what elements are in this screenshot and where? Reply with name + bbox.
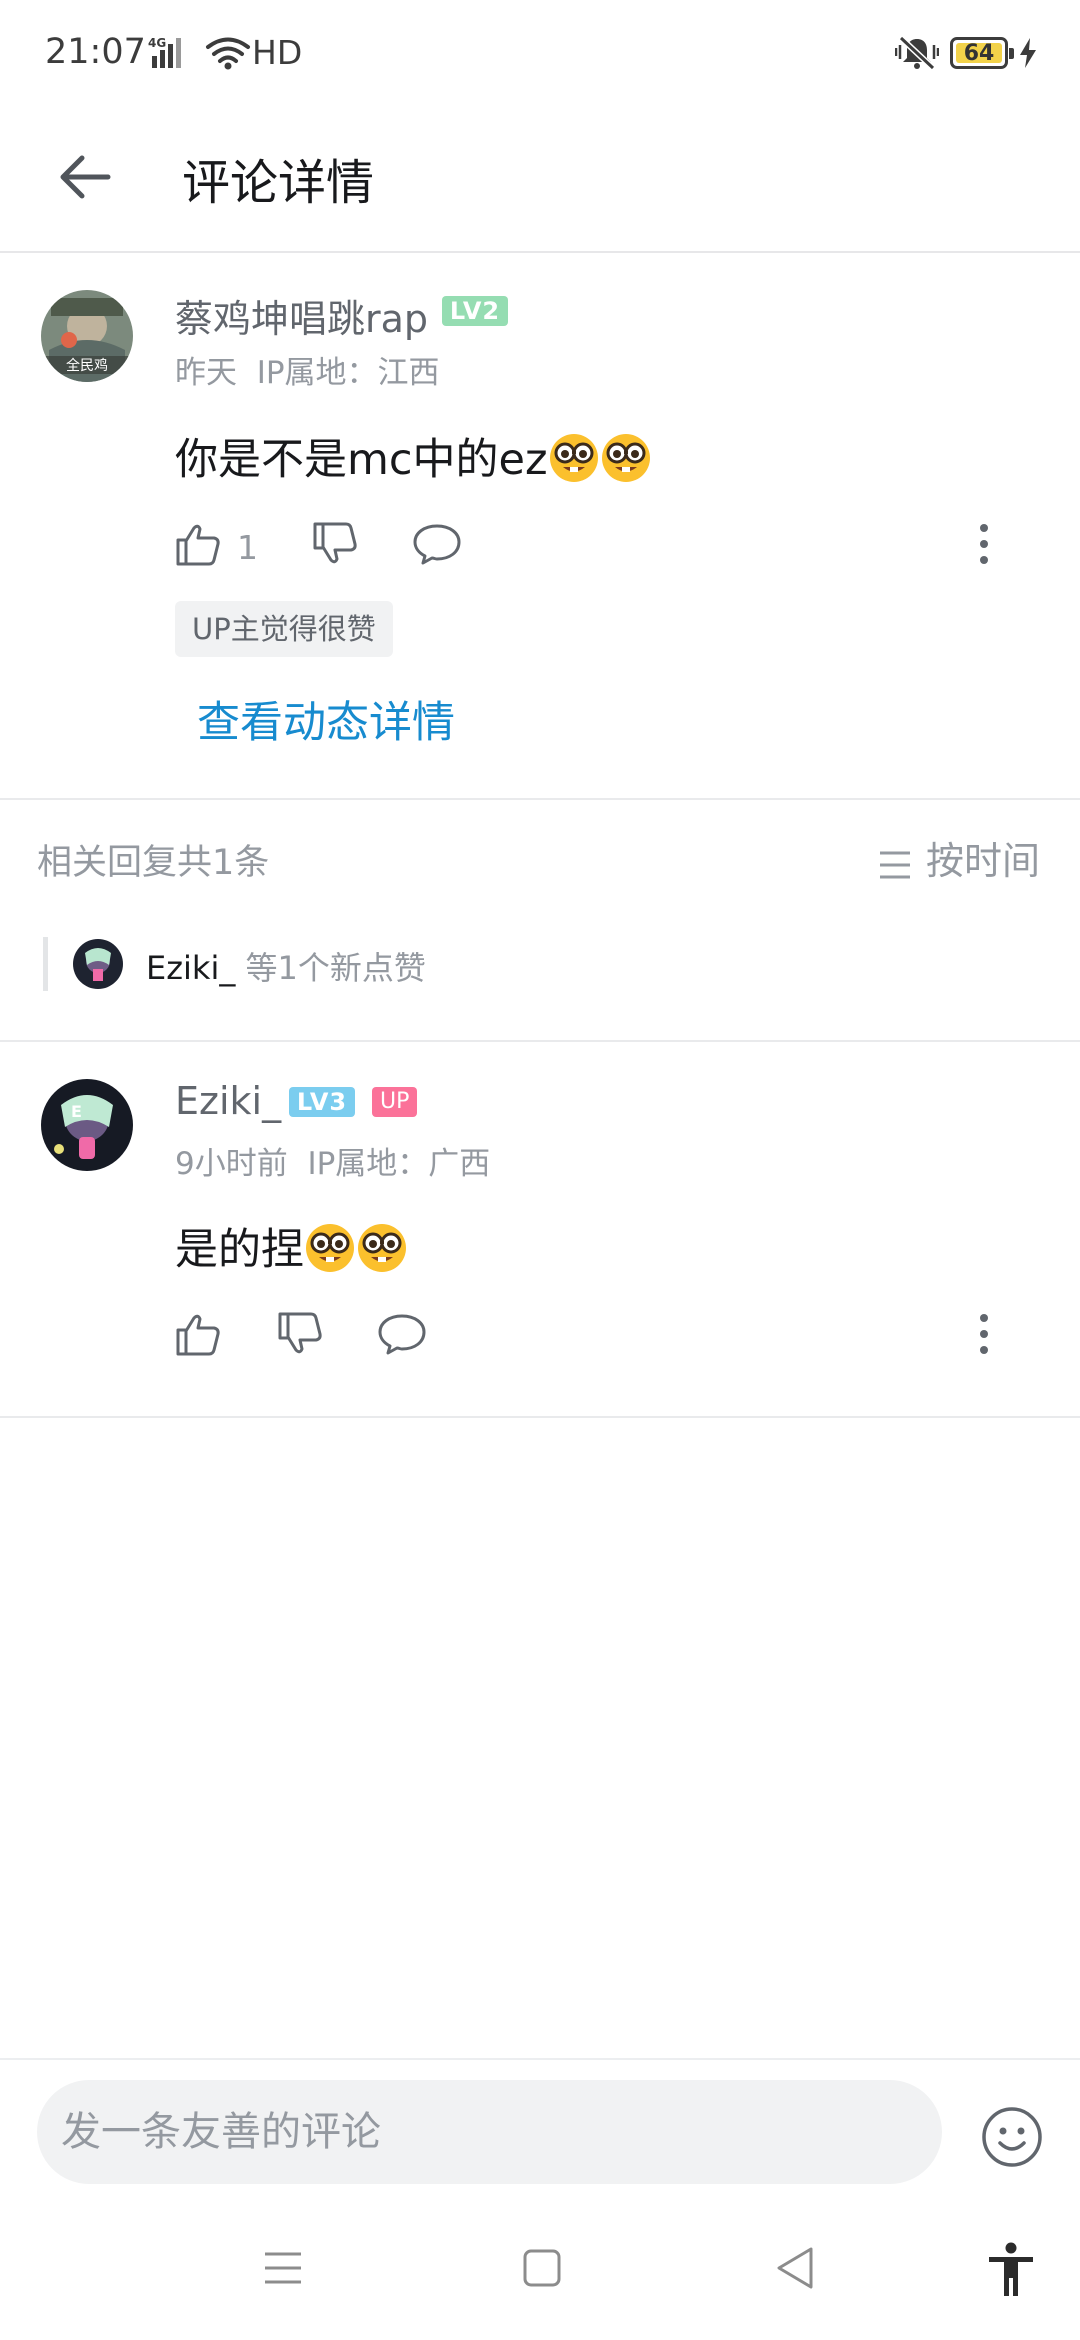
ip-location: IP属地：江西 <box>256 355 440 391</box>
smiley-face-icon <box>982 2107 1042 2167</box>
comment-text: 你是不是mc中的ez <box>175 425 652 487</box>
status-time: 21:07 <box>45 32 146 72</box>
system-nav-bar <box>0 2198 1080 2340</box>
thumbs-down-icon <box>313 522 357 564</box>
hd-indicator: HD <box>252 33 303 72</box>
status-bar: 21:07 4G HD 64 <box>0 0 1080 105</box>
page-title: 评论详情 <box>182 155 375 211</box>
charging-icon <box>1018 37 1038 73</box>
thumbs-up-icon <box>176 1314 220 1356</box>
comment-time: 昨天 <box>175 355 237 391</box>
arrow-left-icon <box>60 155 111 199</box>
comment-input-bar: 发一条友善的评论 <box>0 2058 1080 2198</box>
avatar[interactable]: E <box>41 1079 133 1171</box>
nav-home-button[interactable] <box>522 2248 562 2292</box>
dislike-button[interactable] <box>276 1310 324 1362</box>
sort-by-time-button[interactable]: 按时间 <box>878 830 1040 885</box>
thumbs-down-icon <box>278 1312 322 1354</box>
avatar[interactable]: 全民鸡 <box>41 290 133 382</box>
likes-summary-text: Eziki_ 等1个新点赞 <box>146 943 426 989</box>
comment-body: 是的捏 <box>175 1225 304 1275</box>
up-liked-tag: UP主觉得很赞 <box>175 601 393 657</box>
comment-input[interactable]: 发一条友善的评论 <box>37 2080 942 2184</box>
sort-label: 按时间 <box>926 839 1041 883</box>
wifi-icon <box>205 36 251 74</box>
new-likes-summary[interactable]: Eziki_ 等1个新点赞 <box>43 937 643 991</box>
username[interactable]: 蔡鸡坤唱跳rap <box>175 288 428 343</box>
battery-level: 64 <box>963 41 995 66</box>
nerd-face-emoji <box>306 1224 354 1272</box>
username[interactable]: Eziki_ <box>175 1079 281 1123</box>
nav-recents-button[interactable] <box>263 2250 303 2290</box>
more-vertical-icon <box>980 524 988 564</box>
vibrate-mute-icon <box>894 35 940 75</box>
cellular-signal-icon: 4G <box>148 36 196 74</box>
nerd-face-emoji <box>601 434 650 482</box>
thumbs-up-icon <box>176 524 220 566</box>
like-count: 1 <box>237 528 258 567</box>
comment-bubble-icon <box>413 524 461 565</box>
svg-text:E: E <box>71 1102 82 1121</box>
comment-text: 是的捏 <box>175 1215 408 1277</box>
emoji-button[interactable] <box>980 2105 1044 2173</box>
menu-icon <box>265 2252 301 2284</box>
triangle-back-icon <box>777 2247 813 2289</box>
list-icon <box>880 851 910 879</box>
avatar <box>73 939 123 989</box>
divider <box>0 1040 1080 1042</box>
like-button[interactable] <box>174 520 222 572</box>
back-button[interactable] <box>52 141 124 213</box>
comment-meta: 9小时前 IP属地：广西 <box>175 1138 490 1183</box>
accessibility-button[interactable] <box>986 2242 1036 2302</box>
reply-button[interactable] <box>377 1312 427 1360</box>
more-vertical-icon <box>980 1314 988 1354</box>
svg-text:全民鸡: 全民鸡 <box>66 357 108 374</box>
divider <box>0 1416 1080 1418</box>
battery-indicator: 64 <box>950 37 1014 69</box>
likes-suffix: 等1个新点赞 <box>245 949 426 987</box>
level-badge: LV2 <box>442 296 508 326</box>
top-app-bar: 评论详情 <box>0 105 1080 253</box>
ip-location: IP属地：广西 <box>307 1146 491 1182</box>
nerd-face-emoji <box>549 434 598 482</box>
nerd-face-emoji <box>358 1224 406 1272</box>
comment-bubble-icon <box>378 1314 426 1355</box>
nav-back-button[interactable] <box>775 2246 815 2294</box>
replies-count: 相关回复共1条 <box>37 843 270 883</box>
dislike-button[interactable] <box>311 520 359 572</box>
view-dynamic-detail-link[interactable]: 查看动态详情 <box>197 688 455 750</box>
accessibility-icon <box>989 2242 1033 2296</box>
like-button[interactable] <box>174 1310 222 1362</box>
up-badge: UP <box>372 1087 418 1117</box>
square-icon <box>523 2249 561 2287</box>
likes-user: Eziki_ <box>146 949 236 987</box>
reply-button[interactable] <box>412 522 462 570</box>
svg-text:4G: 4G <box>148 36 166 50</box>
comment-body: 你是不是mc中的ez <box>175 435 548 485</box>
more-options-button[interactable] <box>974 1312 994 1360</box>
comment-meta: 昨天 IP属地：江西 <box>175 347 440 392</box>
more-options-button[interactable] <box>974 522 994 570</box>
comment-time: 9小时前 <box>175 1146 288 1182</box>
divider <box>0 798 1080 800</box>
level-badge: LV3 <box>289 1087 355 1117</box>
